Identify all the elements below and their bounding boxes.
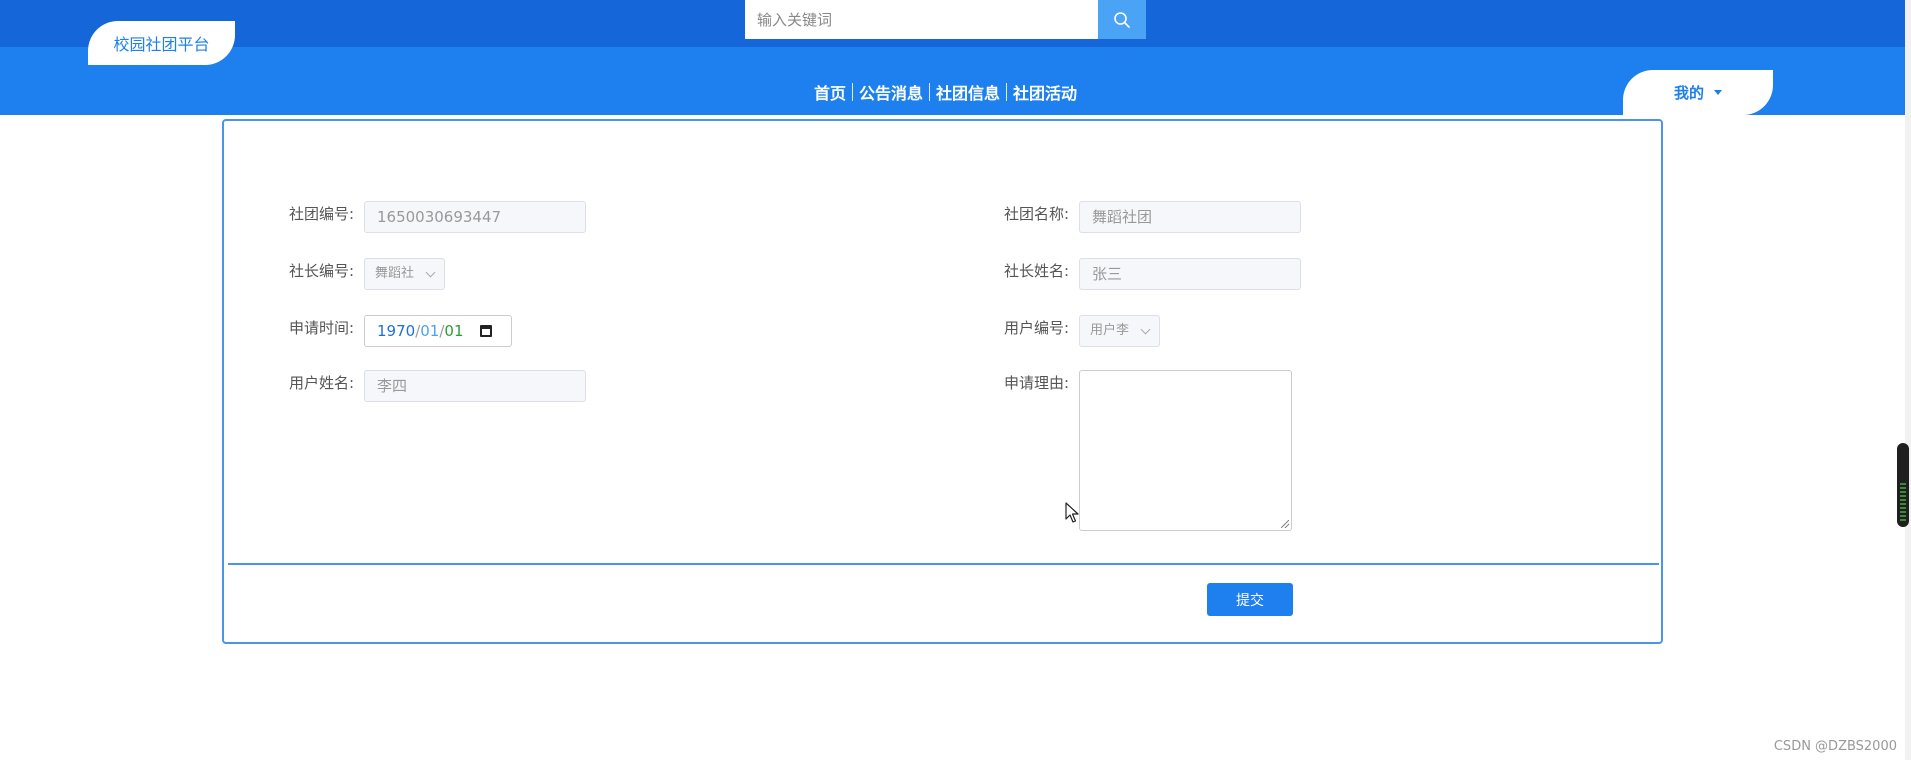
main-nav: 首页 公告消息 社团信息 社团活动 xyxy=(0,80,1905,104)
date-year: 1970 xyxy=(377,322,416,340)
nav-separator xyxy=(929,83,930,101)
nav-item-announcements[interactable]: 公告消息 xyxy=(853,80,929,104)
grip-icon xyxy=(1900,483,1906,523)
application-form: 社团编号: 1650030693447 社团名称: 舞蹈社团 社长编号: 舞蹈社… xyxy=(222,119,1663,644)
search-bar xyxy=(745,0,1146,39)
club-id-field[interactable]: 1650030693447 xyxy=(364,201,586,233)
president-id-select[interactable]: 舞蹈社 xyxy=(364,258,445,290)
mouse-pointer-icon xyxy=(1065,502,1079,523)
date-day: 01 xyxy=(444,322,464,340)
user-name-field[interactable]: 李四 xyxy=(364,370,586,402)
user-id-select[interactable]: 用户李 xyxy=(1079,315,1160,347)
date-month: 01 xyxy=(420,322,440,340)
apply-time-date-input[interactable]: 1970/01/01 xyxy=(364,315,512,347)
president-id-label: 社长编号: xyxy=(289,262,355,280)
search-button[interactable] xyxy=(1098,0,1146,39)
user-id-value: 用户李 xyxy=(1090,323,1130,338)
watermark: CSDN @DZBS2000 xyxy=(1773,739,1897,754)
reason-textarea[interactable] xyxy=(1079,370,1292,531)
nav-separator xyxy=(851,83,853,101)
reason-label: 申请理由: xyxy=(1004,374,1070,392)
user-name-label: 用户姓名: xyxy=(289,374,355,392)
president-id-value: 舞蹈社 xyxy=(375,266,415,281)
caret-down-icon xyxy=(1714,90,1722,95)
apply-time-label: 申请时间: xyxy=(289,319,355,337)
president-name-label: 社长姓名: xyxy=(1004,262,1070,280)
site-logo-text: 校园社团平台 xyxy=(113,35,210,54)
chevron-down-icon xyxy=(1140,324,1151,334)
search-icon xyxy=(1114,11,1130,28)
nav-item-club-info[interactable]: 社团信息 xyxy=(930,80,1006,104)
chevron-down-icon xyxy=(425,267,436,277)
club-id-label: 社团编号: xyxy=(289,205,355,223)
user-menu-label: 我的 xyxy=(1673,84,1704,102)
submit-button[interactable]: 提交 xyxy=(1207,583,1293,616)
search-input[interactable] xyxy=(745,0,1098,39)
nav-item-home[interactable]: 首页 xyxy=(808,80,852,104)
nav-separator xyxy=(1006,83,1008,101)
president-name-field[interactable]: 张三 xyxy=(1079,258,1301,290)
user-menu-button[interactable]: 我的 xyxy=(1623,70,1773,115)
nav-item-club-activities[interactable]: 社团活动 xyxy=(1007,80,1083,104)
submit-label: 提交 xyxy=(1236,592,1264,609)
user-id-label: 用户编号: xyxy=(1004,319,1070,337)
resize-handle-icon[interactable] xyxy=(1281,520,1289,528)
site-logo[interactable]: 校园社团平台 xyxy=(88,21,235,65)
form-divider xyxy=(228,563,1659,565)
scrollbar-thumb[interactable] xyxy=(1897,443,1909,527)
club-name-field[interactable]: 舞蹈社团 xyxy=(1079,201,1301,233)
calendar-icon[interactable] xyxy=(479,325,492,337)
page-scrollbar[interactable] xyxy=(1905,0,1911,760)
club-name-label: 社团名称: xyxy=(1004,205,1070,223)
